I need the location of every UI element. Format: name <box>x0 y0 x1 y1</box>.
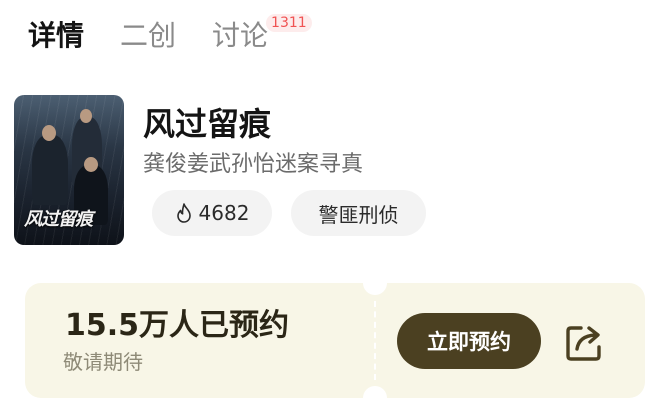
tab-fan-creations[interactable]: 二创 <box>120 16 176 56</box>
poster-figure <box>32 135 68 205</box>
ticket-notch <box>363 386 387 410</box>
reservation-hint: 敬请期待 <box>63 350 143 374</box>
poster-image[interactable]: 风过留痕 <box>14 95 124 245</box>
heat-chip[interactable]: 4682 <box>152 190 272 236</box>
ticket-perforation <box>374 301 376 380</box>
genre-tag-chip[interactable]: 警匪刑侦 <box>291 190 426 236</box>
drama-title: 风过留痕 <box>143 105 272 143</box>
tab-bar: 详情 二创 讨论 1311 <box>28 12 312 56</box>
poster-title: 风过留痕 <box>24 209 93 230</box>
tab-discussion-label: 讨论 <box>212 19 269 52</box>
heat-value: 4682 <box>198 201 250 225</box>
tab-details-label: 详情 <box>28 19 85 52</box>
tab-details[interactable]: 详情 <box>28 16 84 56</box>
discussion-count-badge: 1311 <box>266 14 312 32</box>
drama-detail-page: 详情 二创 讨论 1311 风过留痕 风过留痕 龚俊姜武孙怡迷案寻真 4682 … <box>0 0 662 412</box>
tab-fan-creations-label: 二创 <box>120 19 177 52</box>
share-icon <box>566 326 601 361</box>
flame-icon <box>176 203 191 223</box>
poster-figure-head <box>84 157 98 172</box>
poster-figure-head <box>80 109 92 123</box>
share-button[interactable] <box>563 320 607 364</box>
ticket-notch <box>363 271 387 295</box>
genre-tag-label: 警匪刑侦 <box>318 202 399 227</box>
drama-subtitle: 龚俊姜武孙怡迷案寻真 <box>143 152 364 177</box>
reserve-now-button[interactable]: 立即预约 <box>397 313 541 369</box>
reservation-count: 15.5万人已预约 <box>65 308 290 343</box>
tab-discussion[interactable]: 讨论 1311 <box>212 14 312 56</box>
poster-figure-head <box>42 125 56 141</box>
